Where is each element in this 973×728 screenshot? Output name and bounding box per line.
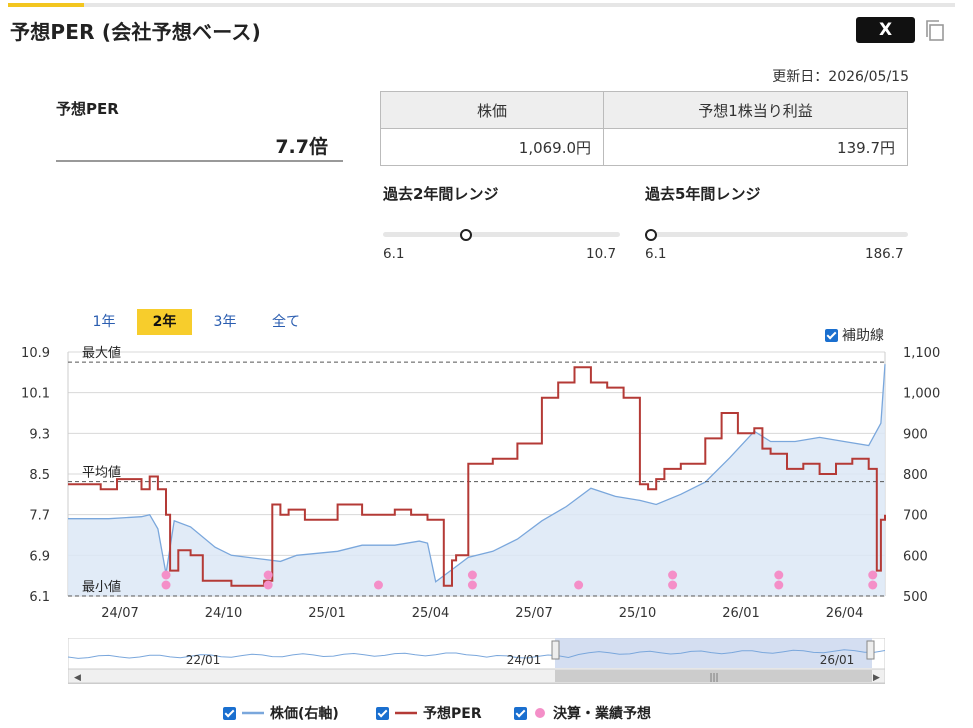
scroll-left-arrow-icon: ◀	[74, 673, 81, 683]
right-tick-label: 600	[903, 549, 928, 564]
event-dot	[774, 580, 784, 590]
left-tick-label: 6.9	[29, 549, 50, 564]
range-2y-marker	[459, 229, 472, 241]
event-dot	[574, 580, 584, 590]
updated-date: 更新日：2026/05/15	[772, 69, 909, 85]
top-accent-segment	[8, 3, 84, 7]
eps-value: 139.7円	[603, 128, 908, 166]
event-dot	[868, 580, 878, 590]
x-tick-label: 26/01	[722, 606, 759, 621]
range-5y-min: 6.1	[645, 246, 667, 262]
left-tick-label: 10.9	[21, 346, 50, 361]
scrollbar-grip-icon: |||	[709, 673, 718, 683]
left-tick-label: 10.1	[21, 387, 50, 402]
price-eps-table: 株価 予想1株当り利益 1,069.0円 139.7円	[379, 91, 908, 166]
scroll-right-arrow-icon: ▶	[873, 673, 880, 683]
navigator-handle-right	[866, 640, 875, 660]
range-navigator[interactable]: 22/01 24/01 26/01 ◀ ▶ |||	[68, 638, 885, 684]
right-tick-label: 1,000	[903, 387, 940, 402]
ref-label-min: 最小値	[82, 579, 121, 595]
event-dot	[868, 570, 878, 580]
share-x-button[interactable]: X	[856, 17, 915, 43]
legend-price[interactable]: 株価(右軸)	[223, 703, 339, 723]
range-2y-track	[383, 232, 620, 237]
legend-events[interactable]: 決算・業績予想	[514, 703, 651, 723]
range-2y-title: 過去2年間レンジ	[383, 185, 499, 203]
legend-events-dot-icon	[535, 708, 545, 718]
tab-2y[interactable]: 2年	[137, 309, 192, 335]
per-label: 予想PER	[56, 100, 119, 118]
per-chart: 10.9 1,100 10.1 1,000 9.3 900 8.5 800 7.7 700 6.9 6…	[21, 345, 940, 621]
price-area	[68, 364, 885, 596]
copy-icon[interactable]	[925, 19, 947, 43]
right-tick-label: 700	[903, 509, 928, 524]
legend-price-checkbox[interactable]	[223, 706, 236, 720]
legend-per-line-icon	[395, 711, 417, 715]
legend-price-label: 株価(右軸)	[270, 706, 339, 722]
left-tick-label: 7.7	[29, 509, 50, 524]
x-tick-label: 25/01	[308, 606, 345, 621]
ref-label-avg: 平均値	[82, 465, 121, 481]
range-5y-track	[645, 232, 908, 237]
range-5y-title: 過去5年間レンジ	[645, 185, 761, 203]
x-logo-icon: X	[878, 20, 893, 40]
event-dot	[373, 580, 383, 590]
event-dot	[161, 580, 171, 590]
tab-all[interactable]: 全て	[263, 309, 309, 335]
event-dot	[467, 580, 477, 590]
legend-events-label: 決算・業績予想	[553, 706, 651, 722]
range-5y-marker	[645, 229, 657, 241]
left-tick-label: 9.3	[29, 427, 50, 442]
stock-price-header: 株価	[379, 91, 605, 129]
tab-3y[interactable]: 3年	[203, 309, 247, 335]
per-value: 7.7倍	[275, 136, 328, 158]
event-dot	[668, 570, 678, 580]
range-2y-max: 10.7	[586, 246, 617, 262]
legend-per-checkbox[interactable]	[376, 706, 389, 720]
eps-header: 予想1株当り利益	[603, 91, 908, 129]
navigator-handle-left	[551, 640, 560, 660]
legend-price-line-icon	[242, 711, 264, 715]
range-5y-max: 186.7	[865, 246, 904, 262]
event-dot	[668, 580, 678, 590]
top-accent-bar	[8, 3, 955, 7]
x-tick-label: 25/10	[619, 606, 656, 621]
left-tick-label: 8.5	[29, 468, 50, 483]
event-dot	[467, 570, 477, 580]
page-title: 予想PER (会社予想ベース)	[10, 20, 261, 44]
x-tick-label: 24/07	[101, 606, 138, 621]
navigator-label: 26/01	[820, 653, 855, 667]
legend-per[interactable]: 予想PER	[376, 703, 482, 723]
event-dot	[263, 580, 273, 590]
event-dot	[774, 570, 784, 580]
x-tick-label: 25/04	[412, 606, 449, 621]
left-tick-label: 6.1	[29, 590, 50, 605]
legend-events-checkbox[interactable]	[514, 706, 527, 720]
event-dot	[161, 570, 171, 580]
legend-per-label: 予想PER	[423, 706, 482, 722]
stock-price-value: 1,069.0円	[379, 128, 605, 166]
navigator-label: 22/01	[186, 653, 221, 667]
event-dot	[263, 570, 273, 580]
right-tick-label: 500	[903, 590, 928, 605]
range-2y-min: 6.1	[383, 246, 405, 262]
right-tick-label: 900	[903, 427, 928, 442]
x-tick-label: 25/07	[515, 606, 552, 621]
x-tick-label: 26/04	[826, 606, 863, 621]
per-underline	[56, 160, 343, 162]
navigator-label: 24/01	[507, 653, 542, 667]
right-tick-label: 800	[903, 468, 928, 483]
x-tick-label: 24/10	[205, 606, 242, 621]
ref-label-max: 最大値	[82, 345, 121, 361]
tab-1y[interactable]: 1年	[82, 309, 126, 335]
right-tick-label: 1,100	[903, 346, 940, 361]
